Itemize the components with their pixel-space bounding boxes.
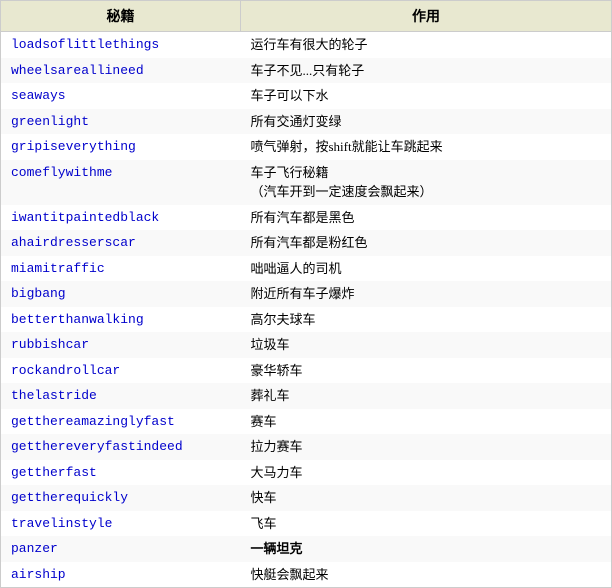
cheat-effect: 所有汽车都是黑色	[241, 205, 612, 231]
cheat-effect: 所有汽车都是粉红色	[241, 230, 612, 256]
cheat-code: airship	[1, 562, 241, 588]
cheat-effect: 拉力赛车	[241, 434, 612, 460]
cheat-code: gripiseverything	[1, 134, 241, 160]
cheat-code: bigbang	[1, 281, 241, 307]
table-row: gettherfast大马力车	[1, 460, 612, 486]
cheat-effect: 运行车有很大的轮子	[241, 32, 612, 58]
cheat-effect: 赛车	[241, 409, 612, 435]
cheat-effect: 豪华轿车	[241, 358, 612, 384]
cheat-effect: 咄咄逼人的司机	[241, 256, 612, 282]
cheat-effect: 飞车	[241, 511, 612, 537]
cheat-effect: 高尔夫球车	[241, 307, 612, 333]
table-row: rockandrollcar豪华轿车	[1, 358, 612, 384]
cheat-effect: 快艇会飘起来	[241, 562, 612, 588]
table-row: iwantitpaintedblack所有汽车都是黑色	[1, 205, 612, 231]
cheat-code: getthereamazinglyfast	[1, 409, 241, 435]
cheat-effect: 车子不见...只有轮子	[241, 58, 612, 84]
cheat-code: greenlight	[1, 109, 241, 135]
table-row: wheelsareallineed车子不见...只有轮子	[1, 58, 612, 84]
table-row: panzer一辆坦克	[1, 536, 612, 562]
cheat-code: gettherfast	[1, 460, 241, 486]
col1-header: 秘籍	[1, 1, 241, 32]
cheat-code: betterthanwalking	[1, 307, 241, 333]
cheat-code: loadsoflittlethings	[1, 32, 241, 58]
table-row: travelinstyle飞车	[1, 511, 612, 537]
table-row: gripiseverything喷气弹射，按shift就能让车跳起来	[1, 134, 612, 160]
table-row: seaways车子可以下水	[1, 83, 612, 109]
cheat-effect: 车子飞行秘籍 （汽车开到一定速度会飘起来）	[241, 160, 612, 205]
cheat-code: iwantitpaintedblack	[1, 205, 241, 231]
cheat-effect: 一辆坦克	[241, 536, 612, 562]
cheat-code: wheelsareallineed	[1, 58, 241, 84]
cheat-code: travelinstyle	[1, 511, 241, 537]
cheat-code: panzer	[1, 536, 241, 562]
cheat-effect: 所有交通灯变绿	[241, 109, 612, 135]
cheat-effect: 垃圾车	[241, 332, 612, 358]
table-row: rubbishcar垃圾车	[1, 332, 612, 358]
cheat-effect: 葬礼车	[241, 383, 612, 409]
cheat-code: comeflywithme	[1, 160, 241, 205]
cheat-effect: 喷气弹射，按shift就能让车跳起来	[241, 134, 612, 160]
table-row: greenlight所有交通灯变绿	[1, 109, 612, 135]
col2-header: 作用	[241, 1, 612, 32]
table-row: ahairdresserscar所有汽车都是粉红色	[1, 230, 612, 256]
cheat-code: getthereveryfastindeed	[1, 434, 241, 460]
table-row: miamitraffic咄咄逼人的司机	[1, 256, 612, 282]
cheat-code: gettherequickly	[1, 485, 241, 511]
table-row: airship快艇会飘起来	[1, 562, 612, 588]
table-row: comeflywithme车子飞行秘籍 （汽车开到一定速度会飘起来）	[1, 160, 612, 205]
cheat-code: rockandrollcar	[1, 358, 241, 384]
table-row: gettherequickly快车	[1, 485, 612, 511]
cheat-code: rubbishcar	[1, 332, 241, 358]
cheat-code: thelastride	[1, 383, 241, 409]
table-row: getthereamazinglyfast赛车	[1, 409, 612, 435]
table-row: getthereveryfastindeed拉力赛车	[1, 434, 612, 460]
cheat-effect: 车子可以下水	[241, 83, 612, 109]
cheat-code: seaways	[1, 83, 241, 109]
table-row: bigbang附近所有车子爆炸	[1, 281, 612, 307]
table-row: loadsoflittlethings运行车有很大的轮子	[1, 32, 612, 58]
table-row: betterthanwalking高尔夫球车	[1, 307, 612, 333]
cheat-code: miamitraffic	[1, 256, 241, 282]
cheat-effect: 大马力车	[241, 460, 612, 486]
cheat-code: ahairdresserscar	[1, 230, 241, 256]
cheat-effect: 附近所有车子爆炸	[241, 281, 612, 307]
cheat-codes-table: 秘籍 作用 loadsoflittlethings运行车有很大的轮子wheels…	[0, 0, 612, 588]
table-row: thelastride葬礼车	[1, 383, 612, 409]
cheat-effect: 快车	[241, 485, 612, 511]
